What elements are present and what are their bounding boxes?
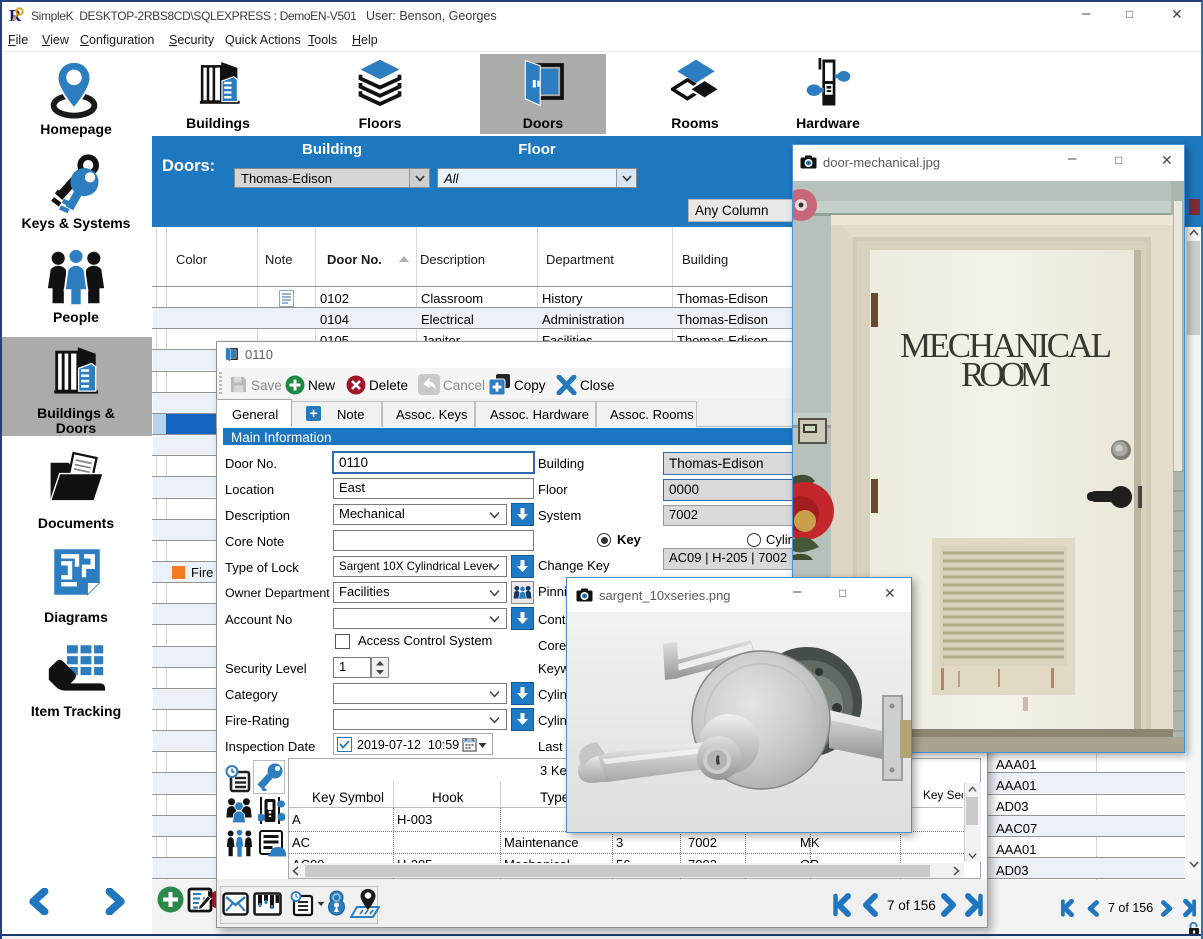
svg-text:ROOM: ROOM xyxy=(961,355,1051,394)
